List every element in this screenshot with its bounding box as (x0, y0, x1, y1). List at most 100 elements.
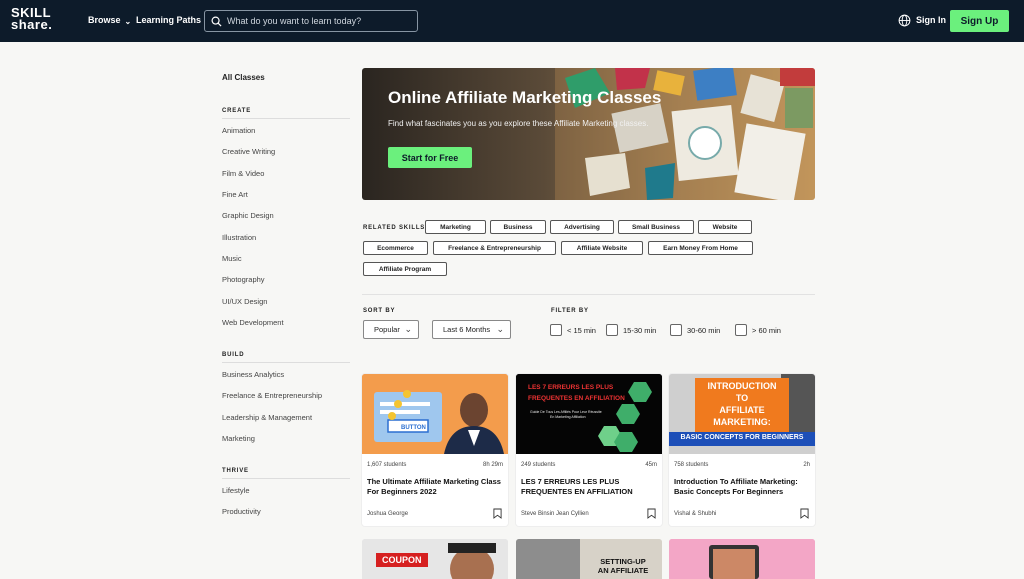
thumbnail-art-1 (362, 374, 508, 454)
sidebar-item-fine-art[interactable]: Fine Art (222, 190, 248, 199)
search-icon (211, 16, 222, 27)
sort-by-label: SORT BY (363, 308, 396, 314)
thumb-small-2: En Marketing Affiliation (550, 415, 586, 419)
card-meta: 1,607 students 8h 29m (367, 462, 503, 468)
thumbnail-button-text: BUTTON (401, 425, 426, 431)
sidebar-item-freelance[interactable]: Freelance & Entrepreneurship (222, 391, 322, 400)
all-classes-link[interactable]: All Classes (222, 73, 265, 82)
sidebar-item-lifestyle[interactable]: Lifestyle (222, 486, 250, 495)
globe-icon[interactable] (898, 14, 911, 27)
student-count: 249 students (521, 462, 556, 468)
class-card-partial[interactable]: COUPON (362, 539, 508, 579)
bookmark-icon[interactable] (800, 508, 809, 519)
filter-by-label: FILTER BY (551, 308, 589, 314)
sidebar-item-graphic-design[interactable]: Graphic Design (222, 211, 274, 220)
sign-in-link[interactable]: Sign In (916, 15, 946, 25)
class-thumbnail[interactable]: INTRODUCTION TO AFFILIATE MARKETING: BAS… (669, 374, 815, 454)
class-card[interactable]: BUTTON 1,607 students 8h 29m The Ultimate… (362, 374, 508, 526)
class-card[interactable]: INTRODUCTION TO AFFILIATE MARKETING: BAS… (669, 374, 815, 526)
class-card-partial[interactable] (669, 539, 815, 579)
class-card[interactable]: LES 7 ERREURS LES PLUS FREQUENTES EN AFF… (516, 374, 662, 526)
sidebar-item-animation[interactable]: Animation (222, 126, 255, 135)
skill-chip-small-business[interactable]: Small Business (618, 220, 694, 234)
skill-chip-website[interactable]: Website (698, 220, 752, 234)
thumb-line-4: MARKETING: (713, 417, 771, 427)
thumb-line-2: TO (735, 393, 749, 403)
thumb-line-1: LES 7 ERREURS LES PLUS (528, 384, 614, 391)
sidebar-item-web-development[interactable]: Web Development (222, 318, 284, 327)
skill-chip-ecommerce[interactable]: Ecommerce (363, 241, 428, 255)
class-duration: 45m (645, 462, 657, 468)
thumbnail-small-text: Guide De Tous Les Affiliés Pour Leur Réu… (530, 410, 602, 420)
class-author[interactable]: Vishal & Shubhi (674, 511, 716, 517)
class-title[interactable]: LES 7 ERREURS LES PLUS FREQUENTES EN AFF… (521, 477, 657, 497)
class-title[interactable]: Introduction To Affiliate Marketing: Bas… (674, 477, 810, 497)
sort-period-value: Last 6 Months (443, 325, 491, 334)
skill-chip-business[interactable]: Business (490, 220, 546, 234)
class-author[interactable]: Steve Binsin Jean Cyllien (521, 511, 589, 517)
skill-chip-freelance[interactable]: Freelance & Entrepreneurship (433, 241, 556, 255)
sidebar-item-film-video[interactable]: Film & Video (222, 169, 264, 178)
section-divider (362, 294, 815, 295)
sidebar-item-music[interactable]: Music (222, 254, 242, 263)
checkbox[interactable] (550, 324, 562, 336)
browse-menu[interactable]: Browse ⌄ (88, 15, 132, 26)
filter-15-30[interactable]: 15-30 min (606, 324, 656, 336)
sidebar-item-leadership[interactable]: Leadership & Management (222, 413, 312, 422)
section-heading-create: CREATE (222, 108, 350, 119)
browse-label: Browse (88, 15, 121, 25)
hero-subtitle: Find what fascinates you as you explore … (388, 119, 649, 128)
search-input[interactable] (227, 16, 407, 26)
chevron-down-icon: ⌄ (496, 324, 504, 334)
checkbox[interactable] (670, 324, 682, 336)
sign-up-button[interactable]: Sign Up (950, 10, 1009, 32)
class-thumbnail[interactable]: BUTTON (362, 374, 508, 454)
sidebar-item-illustration[interactable]: Illustration (222, 233, 256, 242)
thumb-line-2: AN AFFILIATE (597, 566, 649, 575)
bookmark-icon[interactable] (647, 508, 656, 519)
checkbox[interactable] (606, 324, 618, 336)
coupon-label: COUPON (376, 553, 428, 567)
class-card-partial[interactable]: SETTING-UP AN AFFILIATE (516, 539, 662, 579)
sidebar-item-photography[interactable]: Photography (222, 275, 265, 284)
filter-over-60[interactable]: > 60 min (735, 324, 781, 336)
skillshare-logo[interactable]: SKILL share. (11, 6, 52, 31)
section-heading-build: BUILD (222, 352, 350, 363)
card-meta: 249 students 45m (521, 462, 657, 468)
start-for-free-button[interactable]: Start for Free (388, 147, 472, 168)
thumb-line-1: INTRODUCTION (707, 381, 777, 391)
sort-popular-select[interactable]: Popular ⌄ (363, 320, 419, 339)
sidebar-item-ui-ux-design[interactable]: UI/UX Design (222, 297, 267, 306)
chevron-down-icon: ⌄ (124, 17, 132, 26)
filter-label: 15-30 min (623, 325, 657, 335)
sidebar-item-creative-writing[interactable]: Creative Writing (222, 147, 275, 156)
thumbnail-text: INTRODUCTION TO AFFILIATE MARKETING: (695, 380, 789, 428)
sort-popular-value: Popular (374, 325, 400, 334)
thumbnail-text: SETTING-UP AN AFFILIATE (586, 557, 660, 575)
class-author[interactable]: Joshua George (367, 511, 408, 517)
learning-paths-link[interactable]: Learning Paths (136, 15, 201, 25)
bookmark-icon[interactable] (493, 508, 502, 519)
sidebar-item-business-analytics[interactable]: Business Analytics (222, 370, 284, 379)
class-title[interactable]: The Ultimate Affiliate Marketing Class F… (367, 477, 503, 497)
card-meta: 758 students 2h (674, 462, 810, 468)
skill-chip-affiliate-program[interactable]: Affiliate Program (363, 262, 447, 276)
student-count: 1,607 students (367, 462, 407, 468)
skill-chip-earn-money[interactable]: Earn Money From Home (648, 241, 753, 255)
sidebar-item-productivity[interactable]: Productivity (222, 507, 261, 516)
class-duration: 2h (803, 462, 810, 468)
top-navbar: SKILL share. Browse⌄ Learning Paths Sign… (0, 0, 1024, 42)
class-thumbnail[interactable]: LES 7 ERREURS LES PLUS FREQUENTES EN AFF… (516, 374, 662, 454)
filter-under-15[interactable]: < 15 min (550, 324, 596, 336)
search-bar[interactable] (204, 10, 418, 32)
related-skills-label: RELATED SKILLS (363, 225, 426, 231)
student-count: 758 students (674, 462, 709, 468)
skill-chip-marketing[interactable]: Marketing (425, 220, 486, 234)
filter-30-60[interactable]: 30-60 min (670, 324, 720, 336)
checkbox[interactable] (735, 324, 747, 336)
thumb-line-3: AFFILIATE (719, 405, 765, 415)
skill-chip-affiliate-website[interactable]: Affiliate Website (561, 241, 643, 255)
sort-period-select[interactable]: Last 6 Months ⌄ (432, 320, 511, 339)
sidebar-item-marketing[interactable]: Marketing (222, 434, 255, 443)
skill-chip-advertising[interactable]: Advertising (550, 220, 614, 234)
